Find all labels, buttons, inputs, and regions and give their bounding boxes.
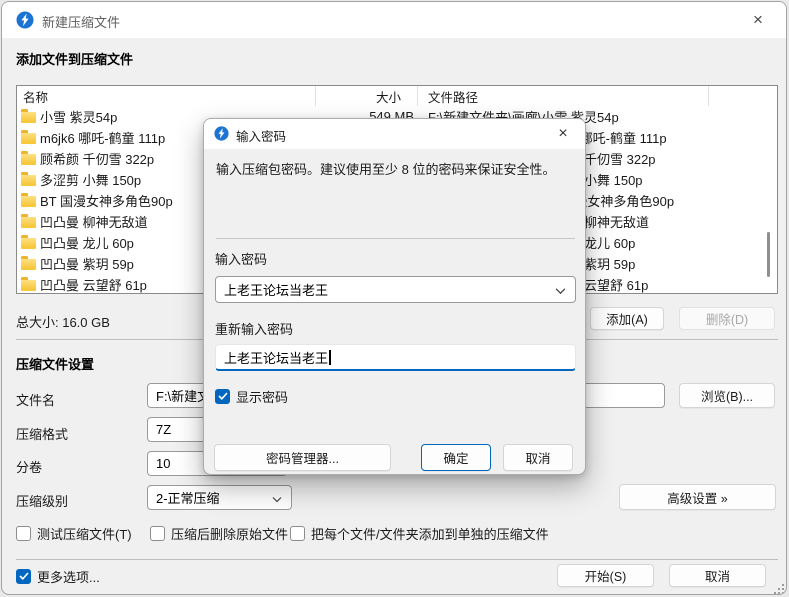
file-name: m6jk6 哪吒-鹤童 111p bbox=[40, 128, 165, 147]
more-options-checkbox[interactable]: 更多选项... bbox=[16, 568, 100, 584]
password-dialog: 输入密码 × 输入压缩包密码。建议使用至少 8 位的密码来保证安全性。 输入密码… bbox=[203, 118, 586, 475]
folder-icon bbox=[21, 280, 36, 291]
separate-archives-checkbox[interactable]: 把每个文件/文件夹添加到单独的压缩文件 bbox=[290, 525, 549, 541]
level-select[interactable]: 2-正常压缩 bbox=[147, 485, 292, 510]
file-name: 小雪 紫灵54p bbox=[40, 107, 117, 126]
text-caret bbox=[329, 350, 331, 365]
folder-icon bbox=[21, 217, 36, 228]
more-options-label: 更多选项... bbox=[37, 567, 100, 586]
checkbox-unchecked-icon[interactable] bbox=[16, 526, 31, 541]
app-icon bbox=[16, 11, 34, 32]
separator bbox=[216, 238, 575, 239]
level-label: 压缩级别 bbox=[16, 491, 68, 510]
checkbox-unchecked-icon[interactable] bbox=[150, 526, 165, 541]
separator bbox=[16, 559, 778, 560]
column-header-size[interactable]: 大小 bbox=[316, 86, 418, 106]
add-files-section-title: 添加文件到压缩文件 bbox=[16, 49, 133, 68]
password-combobox[interactable]: 上老王论坛当老王 bbox=[215, 276, 576, 303]
column-header-path[interactable]: 文件路径 bbox=[418, 86, 478, 106]
filename-label: 文件名 bbox=[16, 390, 55, 409]
folder-icon bbox=[21, 175, 36, 186]
folder-icon bbox=[21, 112, 36, 123]
chevron-down-icon[interactable] bbox=[555, 282, 566, 297]
dialog-cancel-button[interactable]: 取消 bbox=[503, 444, 573, 471]
test-archive-label: 测试压缩文件(T) bbox=[37, 524, 132, 543]
app-icon bbox=[214, 126, 229, 144]
folder-icon bbox=[21, 154, 36, 165]
folder-icon bbox=[21, 259, 36, 270]
delete-button: 删除(D) bbox=[679, 307, 775, 330]
add-button[interactable]: 添加(A) bbox=[590, 307, 664, 330]
level-select-value: 2-正常压缩 bbox=[156, 488, 220, 507]
file-name: 凹凸曼 龙儿 60p bbox=[40, 233, 134, 252]
checkbox-unchecked-icon[interactable] bbox=[290, 526, 305, 541]
checkbox-checked-icon[interactable] bbox=[215, 389, 230, 404]
confirm-password-input[interactable]: 上老王论坛当老王 bbox=[215, 344, 576, 371]
column-header-name[interactable]: 名称 bbox=[17, 86, 316, 106]
confirm-password-label: 重新输入密码 bbox=[215, 319, 293, 338]
delete-original-label: 压缩后删除原始文件 bbox=[171, 524, 288, 543]
close-icon[interactable]: × bbox=[738, 5, 778, 34]
resize-grip-icon[interactable] bbox=[774, 584, 776, 586]
show-password-checkbox[interactable]: 显示密码 bbox=[215, 388, 288, 404]
total-size-text: 总大小: 16.0 GB bbox=[16, 312, 110, 331]
ok-button[interactable]: 确定 bbox=[421, 444, 491, 471]
format-label: 压缩格式 bbox=[16, 424, 68, 443]
advanced-settings-button[interactable]: 高级设置 » bbox=[619, 484, 776, 510]
folder-icon bbox=[21, 238, 36, 249]
browse-button[interactable]: 浏览(B)... bbox=[679, 383, 775, 408]
password-label: 输入密码 bbox=[215, 249, 267, 268]
start-button[interactable]: 开始(S) bbox=[557, 564, 654, 587]
cancel-button[interactable]: 取消 bbox=[669, 564, 766, 587]
list-scrollbar[interactable] bbox=[767, 232, 770, 277]
file-name: BT 国漫女神多角色90p bbox=[40, 191, 173, 210]
test-archive-checkbox[interactable]: 测试压缩文件(T) bbox=[16, 525, 132, 541]
password-manager-button[interactable]: 密码管理器... bbox=[214, 444, 391, 471]
dialog-titlebar: 输入密码 × bbox=[204, 119, 585, 149]
checkbox-checked-icon[interactable] bbox=[16, 569, 31, 584]
file-name: 顾希颜 千仞雪 322p bbox=[40, 149, 154, 168]
close-icon[interactable]: × bbox=[546, 121, 580, 147]
column-divider bbox=[708, 86, 709, 106]
file-name: 凹凸曼 云望舒 61p bbox=[40, 275, 147, 294]
password-value: 上老王论坛当老王 bbox=[224, 280, 328, 299]
delete-original-checkbox[interactable]: 压缩后删除原始文件 bbox=[150, 525, 288, 541]
file-list-header: 名称 大小 文件路径 bbox=[17, 86, 777, 106]
file-name: 凹凸曼 柳神无敌道 bbox=[40, 212, 148, 231]
dialog-description: 输入压缩包密码。建议使用至少 8 位的密码来保证安全性。 bbox=[216, 161, 578, 180]
separate-archives-label: 把每个文件/文件夹添加到单独的压缩文件 bbox=[311, 524, 549, 543]
main-titlebar: 新建压缩文件 × bbox=[2, 2, 786, 38]
confirm-password-value: 上老王论坛当老王 bbox=[224, 348, 328, 367]
chevron-down-icon bbox=[272, 490, 282, 505]
file-name: 凹凸曼 紫玥 59p bbox=[40, 254, 134, 273]
volume-label: 分卷 bbox=[16, 457, 42, 476]
archive-settings-title: 压缩文件设置 bbox=[16, 354, 94, 373]
folder-icon bbox=[21, 133, 36, 144]
dialog-title: 输入密码 bbox=[236, 126, 286, 145]
window-title: 新建压缩文件 bbox=[42, 12, 120, 31]
file-name: 多涩剪 小舞 150p bbox=[40, 170, 141, 189]
show-password-label: 显示密码 bbox=[236, 387, 288, 406]
folder-icon bbox=[21, 196, 36, 207]
